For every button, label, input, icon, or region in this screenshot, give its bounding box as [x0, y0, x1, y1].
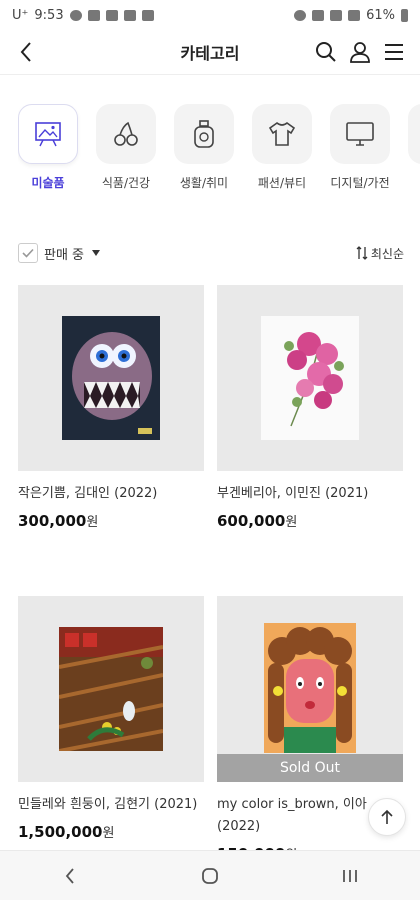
alarm-icon — [294, 9, 307, 21]
artwork-brown-hair-girl-image — [264, 623, 356, 753]
art-icon — [35, 122, 61, 147]
product-thumbnail[interactable] — [18, 285, 204, 471]
price-amount: 1,500,000 — [18, 823, 103, 841]
sort-label: 최신순 — [370, 246, 404, 261]
price-amount: 600,000 — [217, 512, 286, 530]
image-notification-icon — [141, 9, 154, 21]
sold-out-badge: Sold Out — [217, 754, 403, 782]
chat-notification-icon — [69, 9, 82, 21]
back-button[interactable] — [12, 38, 40, 66]
category-food-health[interactable]: 식품/건강 — [96, 104, 156, 194]
wifi-icon — [330, 9, 343, 21]
category-art-tile — [18, 104, 78, 164]
category-fashion-beauty-tile — [252, 104, 312, 164]
message-notification-icon — [87, 9, 100, 21]
tshirt-icon — [268, 121, 296, 146]
price-amount: 300,000 — [18, 512, 87, 530]
app-header: 카테고리 — [0, 30, 420, 74]
artwork-monster-image — [62, 316, 160, 440]
check-icon — [22, 248, 34, 258]
status-left: U⁺ 9:53 — [12, 8, 154, 23]
carrier-label: U⁺ — [12, 7, 29, 23]
product-thumbnail[interactable]: Sold Out — [217, 596, 403, 782]
product-name[interactable]: 민들레와 흰둥이, 김현기 (2021) — [18, 794, 204, 816]
nav-recents-icon — [343, 869, 357, 882]
search-button[interactable] — [314, 38, 338, 66]
product-name-line1: my color is_brown, 이아 — [217, 797, 367, 812]
category-fashion-beauty[interactable]: 패션/뷰티 — [252, 104, 312, 194]
artwork-dandelion-dog-image — [59, 627, 163, 751]
price-currency: 원 — [285, 515, 298, 530]
category-digital-appliance-tile — [330, 104, 390, 164]
my-page-button[interactable] — [348, 38, 372, 66]
product-price: 600,000원 — [217, 511, 403, 530]
nav-back-icon — [65, 867, 74, 884]
system-navigation-bar — [0, 850, 420, 900]
battery-icon — [401, 8, 408, 22]
signal-icon — [348, 9, 361, 21]
product-price: 300,000원 — [18, 511, 204, 530]
menu-button[interactable] — [382, 38, 406, 66]
monitor-icon — [346, 122, 374, 146]
category-label: 식품/건강 — [101, 176, 151, 190]
user-icon — [350, 42, 370, 63]
cherry-icon — [114, 121, 138, 146]
back-icon — [20, 42, 31, 62]
artwork-bougainvillea-image — [261, 316, 359, 440]
mute-icon — [312, 9, 325, 21]
menu-icon — [385, 44, 403, 60]
on-sale-label: 판매 중 — [44, 247, 85, 263]
category-label: 생활/취미 — [179, 176, 229, 190]
product-card[interactable]: 부겐베리아, 이민진 (2021) 600,000원 — [217, 285, 403, 530]
category-label: 미술품 — [31, 176, 65, 190]
product-price: 1,500,000원 — [18, 822, 204, 841]
category-list: 미술품 식품/건강 생활/취미 패션/뷰티 디지털/가전 반 — [18, 104, 420, 194]
price-currency: 원 — [102, 826, 115, 841]
status-right: 61% — [294, 8, 408, 23]
product-name-line2: (2022) — [217, 819, 261, 834]
battery-level: 61% — [366, 7, 395, 23]
product-name[interactable]: 작은기쁨, 김대인 (2022) — [18, 483, 204, 505]
nav-home-icon — [202, 867, 218, 884]
sort-icon — [356, 246, 368, 260]
mail-notification-icon — [105, 9, 118, 21]
category-partial-tile — [408, 104, 420, 164]
on-sale-checkbox[interactable] — [18, 243, 38, 263]
bottle-icon — [194, 120, 214, 148]
nav-home-button[interactable] — [190, 856, 230, 896]
search-icon — [316, 42, 336, 62]
product-card[interactable]: 민들레와 흰둥이, 김현기 (2021) 1,500,000원 — [18, 596, 204, 841]
category-label: 패션/뷰티 — [257, 176, 307, 190]
product-thumbnail[interactable] — [217, 285, 403, 471]
category-digital-appliance[interactable]: 디지털/가전 — [330, 104, 390, 194]
nav-recents-button[interactable] — [330, 856, 370, 896]
header-divider — [0, 74, 420, 75]
product-card[interactable]: 작은기쁨, 김대인 (2022) 300,000원 — [18, 285, 204, 530]
product-thumbnail[interactable] — [18, 596, 204, 782]
product-name[interactable]: 부겐베리아, 이민진 (2021) — [217, 483, 403, 505]
category-living-hobby-tile — [174, 104, 234, 164]
nav-back-button[interactable] — [50, 856, 90, 896]
status-bar: U⁺ 9:53 61% — [0, 0, 420, 30]
header-actions — [314, 38, 406, 66]
page-title: 카테고리 — [180, 44, 240, 63]
price-currency: 원 — [86, 515, 99, 530]
category-food-health-tile — [96, 104, 156, 164]
sort-button[interactable]: 최신순 — [356, 245, 404, 262]
dropdown-arrow-icon — [92, 250, 101, 256]
clock: 9:53 — [34, 7, 64, 23]
category-label: 디지털/가전 — [330, 176, 390, 190]
filter-bar: 판매 중 최신순 — [18, 240, 404, 266]
category-living-hobby[interactable]: 생활/취미 — [174, 104, 234, 194]
arrow-up-icon — [381, 809, 393, 824]
scroll-to-top-button[interactable] — [368, 798, 406, 836]
download-notification-icon — [123, 9, 136, 21]
category-partial[interactable]: 반 — [408, 104, 420, 194]
category-art[interactable]: 미술품 — [18, 104, 78, 194]
on-sale-filter[interactable]: 판매 중 — [18, 243, 101, 263]
